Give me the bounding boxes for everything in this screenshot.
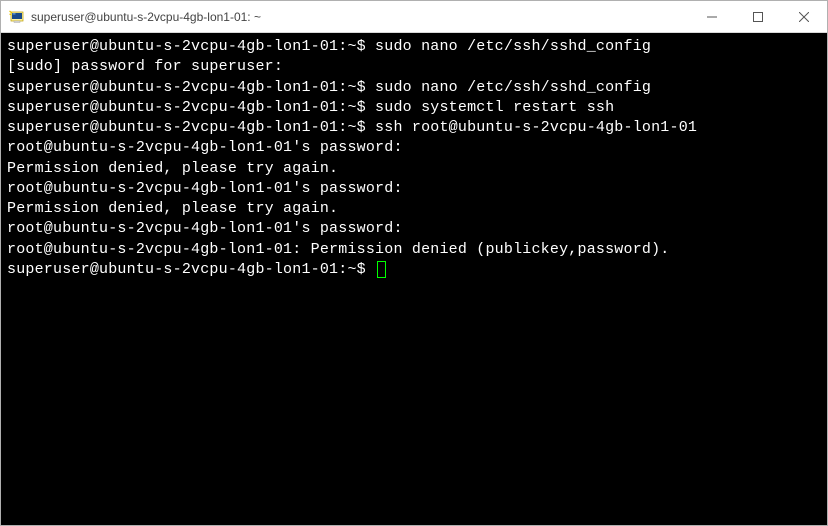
putty-icon — [9, 9, 25, 25]
titlebar[interactable]: superuser@ubuntu-s-2vcpu-4gb-lon1-01: ~ — [1, 1, 827, 33]
terminal-prompt-line: superuser@ubuntu-s-2vcpu-4gb-lon1-01:~$ — [7, 260, 821, 280]
terminal-line: superuser@ubuntu-s-2vcpu-4gb-lon1-01:~$ … — [7, 37, 821, 57]
maximize-button[interactable] — [735, 1, 781, 33]
putty-window: superuser@ubuntu-s-2vcpu-4gb-lon1-01: ~ … — [0, 0, 828, 526]
window-title: superuser@ubuntu-s-2vcpu-4gb-lon1-01: ~ — [31, 10, 689, 24]
window-controls — [689, 1, 827, 32]
terminal-line: root@ubuntu-s-2vcpu-4gb-lon1-01: Permiss… — [7, 240, 821, 260]
terminal-line: root@ubuntu-s-2vcpu-4gb-lon1-01's passwo… — [7, 219, 821, 239]
terminal-line: Permission denied, please try again. — [7, 199, 821, 219]
terminal-cursor — [377, 261, 386, 278]
terminal-area[interactable]: superuser@ubuntu-s-2vcpu-4gb-lon1-01:~$ … — [1, 33, 827, 525]
terminal-prompt: superuser@ubuntu-s-2vcpu-4gb-lon1-01:~$ — [7, 261, 375, 278]
close-button[interactable] — [781, 1, 827, 33]
terminal-line: [sudo] password for superuser: — [7, 57, 821, 77]
terminal-line: superuser@ubuntu-s-2vcpu-4gb-lon1-01:~$ … — [7, 118, 821, 138]
minimize-button[interactable] — [689, 1, 735, 33]
terminal-line: superuser@ubuntu-s-2vcpu-4gb-lon1-01:~$ … — [7, 78, 821, 98]
terminal-line: root@ubuntu-s-2vcpu-4gb-lon1-01's passwo… — [7, 179, 821, 199]
terminal-line: superuser@ubuntu-s-2vcpu-4gb-lon1-01:~$ … — [7, 98, 821, 118]
terminal-line: root@ubuntu-s-2vcpu-4gb-lon1-01's passwo… — [7, 138, 821, 158]
terminal-line: Permission denied, please try again. — [7, 159, 821, 179]
